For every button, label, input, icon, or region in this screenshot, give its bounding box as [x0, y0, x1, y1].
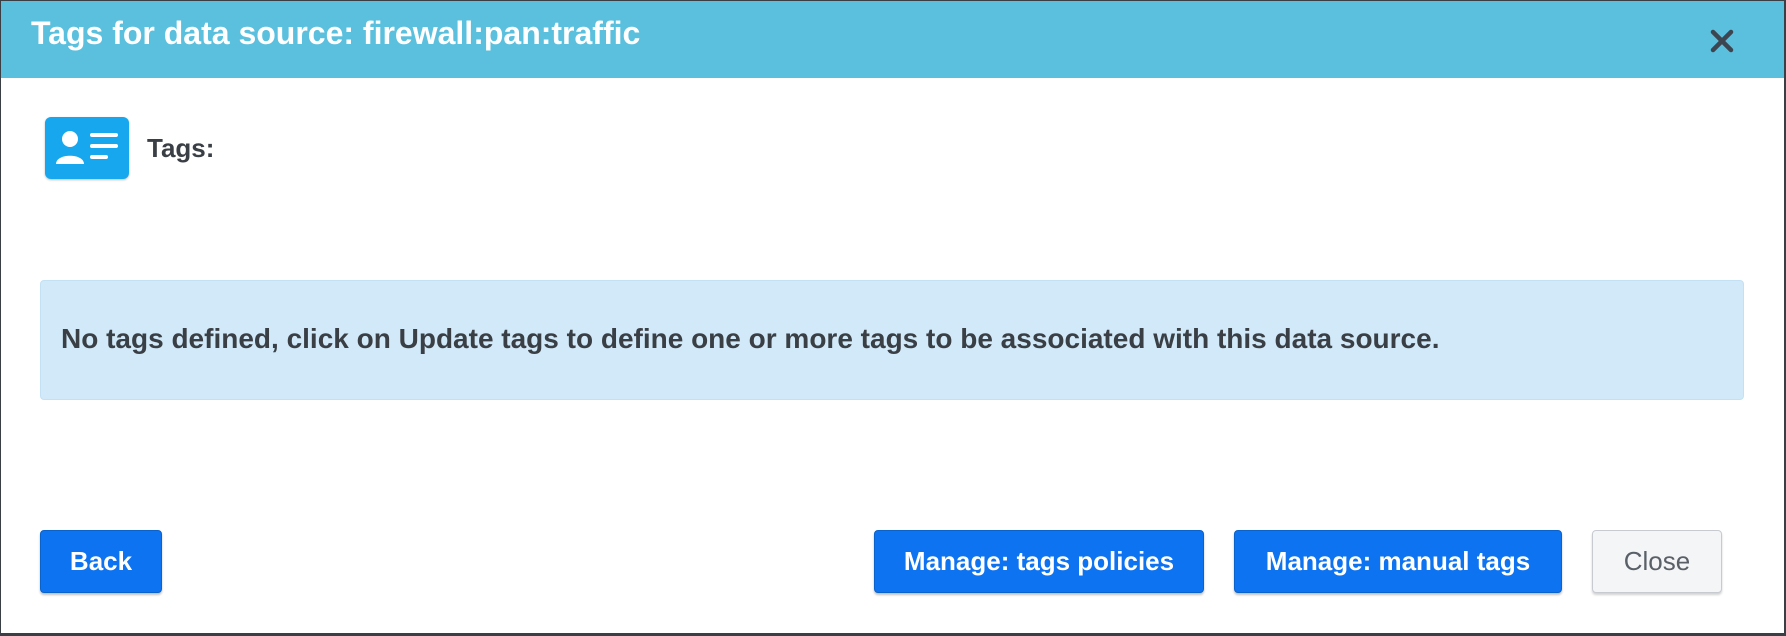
manage-tags-policies-button[interactable]: Manage: tags policies: [874, 530, 1204, 593]
tags-dialog: Tags for data source: firewall:pan:traff…: [0, 0, 1786, 636]
dialog-header: Tags for data source: firewall:pan:traff…: [1, 1, 1784, 78]
back-button[interactable]: Back: [40, 530, 162, 593]
tags-label: Tags:: [147, 132, 215, 163]
close-button[interactable]: Close: [1592, 530, 1722, 593]
id-card-icon: [45, 117, 129, 179]
no-tags-alert: No tags defined, click on Update tags to…: [40, 280, 1744, 400]
no-tags-message: No tags defined, click on Update tags to…: [61, 323, 1440, 354]
manage-manual-tags-button[interactable]: Manage: manual tags: [1234, 530, 1562, 593]
close-icon[interactable]: [1704, 23, 1740, 59]
tags-row: Tags:: [45, 117, 214, 179]
dialog-title: Tags for data source: firewall:pan:traff…: [31, 15, 641, 51]
